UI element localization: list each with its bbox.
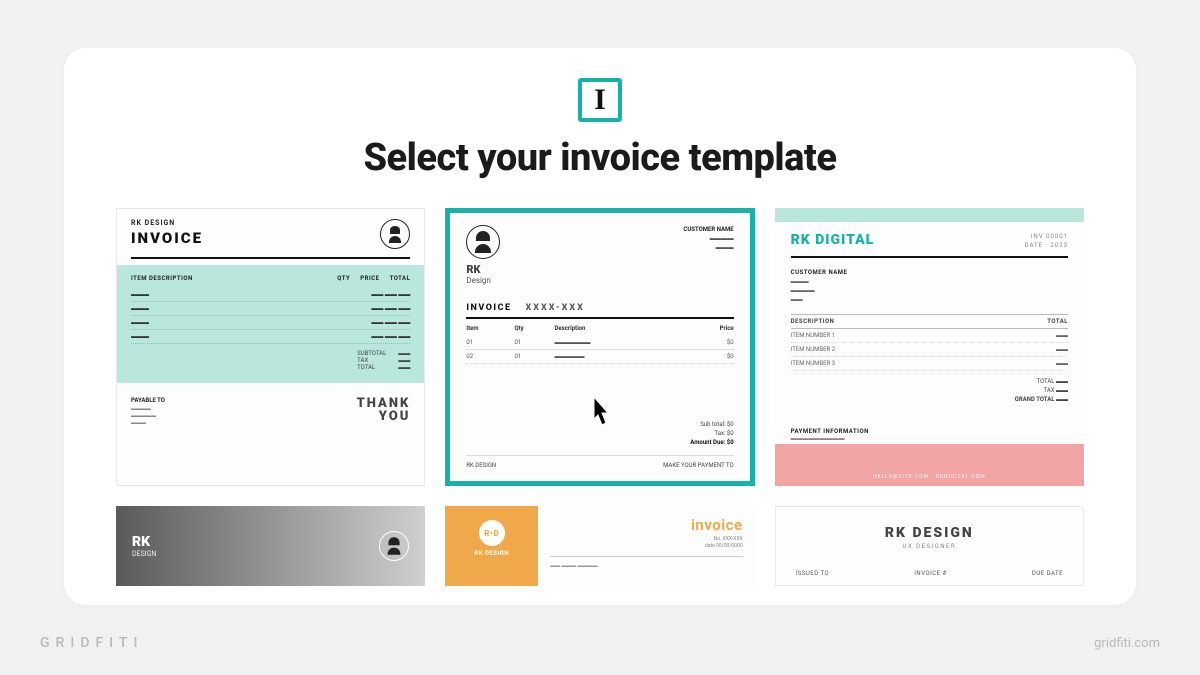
avatar-icon (380, 219, 410, 249)
main-card: I Select your invoice template RK DESIGN… (64, 48, 1136, 605)
template-card-1[interactable]: RK DESIGN INVOICE ITEM DESCRIPTION QTY P… (116, 208, 425, 486)
logo-letter-icon: I (578, 78, 622, 122)
template-card-5[interactable]: R•D RK DESIGN invoice No. XXX-XXX date 0… (445, 506, 754, 586)
template-card-4[interactable]: RK DESIGN (116, 506, 425, 586)
template-card-3[interactable]: RK DIGITAL INV 00001 DATE · 2023 CUSTOME… (775, 208, 1084, 486)
watermark-brand: GRIDFITI (40, 635, 143, 651)
brand-logo-icon: R•D (479, 520, 505, 546)
template-card-2[interactable]: RK Design CUSTOMER NAME ▬▬▬▬▬▬▬ INVOICE … (445, 208, 754, 486)
template-card-6[interactable]: RK DESIGN UX DESIGNER ISSUED TO INVOICE … (775, 506, 1084, 586)
watermark-url: gridfiti.com (1094, 636, 1160, 651)
t1-invoice-title: INVOICE (131, 229, 203, 247)
avatar-icon (466, 225, 500, 259)
avatar-icon (379, 531, 409, 561)
app-logo: I (116, 78, 1084, 122)
template-grid-row-2: RK DESIGN R•D RK DESIGN invoice No. XXX-… (116, 506, 1084, 586)
template-grid: RK DESIGN INVOICE ITEM DESCRIPTION QTY P… (116, 208, 1084, 486)
cursor-pointer-icon (585, 395, 615, 433)
page-title: Select your invoice template (116, 136, 1084, 180)
t1-brand: RK DESIGN (131, 219, 203, 227)
